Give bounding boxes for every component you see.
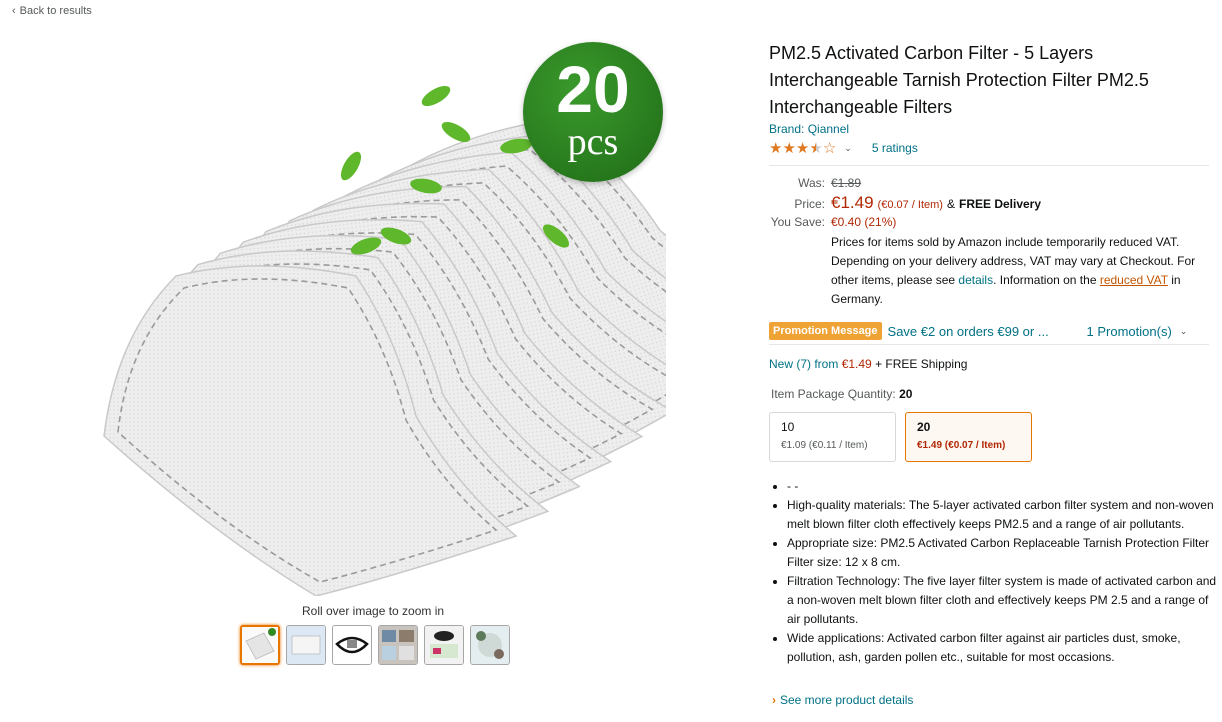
- reduced-vat-link[interactable]: reduced VAT: [1100, 273, 1168, 287]
- back-to-results-link[interactable]: ‹ Back to results: [12, 5, 92, 17]
- free-shipping: + FREE Shipping: [875, 357, 968, 371]
- feature-bullet: Wide applications: Activated carbon filt…: [787, 629, 1219, 667]
- leaf-decoration: [340, 151, 362, 181]
- thumbnail-2[interactable]: [286, 625, 326, 665]
- quantity-option-qty: 20: [917, 420, 931, 434]
- promotion-row: Promotion Message Save €2 on orders €99 …: [769, 318, 1209, 345]
- chevron-down-icon[interactable]: ⌄: [844, 143, 852, 154]
- see-more-details-link[interactable]: › See more product details: [772, 693, 913, 707]
- vat-notice: Prices for items sold by Amazon include …: [831, 233, 1201, 309]
- vat-text: . Information on the: [993, 273, 1100, 287]
- package-quantity-label: Item Package Quantity: 20: [771, 387, 912, 401]
- was-price: €1.89: [831, 176, 862, 190]
- quantity-option-price: €1.49 (€0.07 / Item): [917, 440, 1006, 451]
- price-label: Price:: [794, 197, 825, 211]
- zoom-hint: Roll over image to zoom in: [302, 604, 445, 618]
- product-info: PM2.5 Activated Carbon Filter - 5 Layers…: [769, 40, 1209, 166]
- brand-link[interactable]: Brand: Qiannel: [769, 122, 1209, 136]
- save-amount: €0.40 (21%): [831, 215, 897, 229]
- promotion-text-link[interactable]: Save €2 on orders €99 or ...: [888, 324, 1073, 339]
- thumbnail-3[interactable]: [332, 625, 372, 665]
- quantity-option-10[interactable]: 10 €1.09 (€0.11 / Item): [769, 412, 896, 462]
- see-more-label: See more product details: [780, 693, 914, 707]
- leaf-decoration: [421, 85, 451, 107]
- ampersand: &: [946, 197, 955, 211]
- badge-number: 20: [556, 52, 630, 126]
- star-half-icon: ★: [809, 140, 823, 157]
- chevron-left-icon: ‹: [12, 5, 16, 17]
- star-empty-icon: ☆: [822, 140, 837, 157]
- promotion-count-link[interactable]: 1 Promotion(s): [1087, 324, 1172, 339]
- quantity-option-price: €1.09 (€0.11 / Item): [781, 440, 868, 451]
- thumbnail-4[interactable]: [378, 625, 418, 665]
- badge-unit: pcs: [567, 121, 619, 163]
- quantity-option-qty: 10: [781, 420, 795, 434]
- package-quantity-title: Item Package Quantity:: [771, 387, 896, 401]
- thumbnail-6[interactable]: [470, 625, 510, 665]
- quantity-option-20[interactable]: 20 €1.49 (€0.07 / Item): [905, 412, 1032, 462]
- product-title: PM2.5 Activated Carbon Filter - 5 Layers…: [769, 43, 1149, 117]
- ratings-link[interactable]: 5 ratings: [872, 141, 918, 155]
- feature-bullet: Filtration Technology: The five layer fi…: [787, 572, 1219, 629]
- star-full-icon: ★: [769, 140, 783, 157]
- rating-row: ★★★★☆ ⌄ 5 ratings: [769, 139, 1209, 157]
- offers-row: New (7) from €1.49 + FREE Shipping: [769, 357, 967, 371]
- new-offers-label: New (7) from: [769, 357, 839, 371]
- new-offers-price: €1.49: [841, 357, 872, 371]
- back-to-results-label: Back to results: [19, 5, 92, 17]
- vat-details-link[interactable]: details: [958, 273, 993, 287]
- feature-bullet: Appropriate size: PM2.5 Activated Carbon…: [787, 534, 1219, 572]
- chevron-right-icon: ›: [772, 693, 776, 707]
- star-rating[interactable]: ★★★★☆: [769, 139, 836, 157]
- chevron-down-icon[interactable]: ⌄: [1180, 326, 1188, 337]
- feature-bullet: High-quality materials: The 5-layer acti…: [787, 496, 1219, 534]
- unit-price: (€0.07 / Item): [877, 199, 943, 211]
- promotion-badge: Promotion Message: [769, 322, 882, 340]
- save-label: You Save:: [770, 215, 825, 229]
- thumbnail-5[interactable]: [424, 625, 464, 665]
- feature-bullets: - - High-quality materials: The 5-layer …: [775, 477, 1219, 667]
- package-quantity-options: 10 €1.09 (€0.11 / Item) 20 €1.49 (€0.07 …: [769, 412, 1032, 462]
- star-full-icon: ★: [795, 140, 810, 157]
- current-price: €1.49: [831, 193, 874, 212]
- thumbnail-1[interactable]: [240, 625, 280, 665]
- free-delivery: FREE Delivery: [958, 197, 1042, 211]
- divider: [769, 165, 1209, 166]
- thumbnail-strip: [240, 625, 510, 665]
- price-block: Was: €1.89 Price: €1.49 (€0.07 / Item) &…: [769, 176, 1209, 309]
- new-offers-link[interactable]: New (7) from €1.49: [769, 357, 872, 371]
- feature-bullet: - -: [787, 477, 1219, 496]
- package-quantity-selected: 20: [899, 387, 913, 401]
- quantity-badge: 20 pcs: [523, 42, 663, 182]
- was-label: Was:: [798, 176, 825, 190]
- star-full-icon: ★: [782, 140, 796, 157]
